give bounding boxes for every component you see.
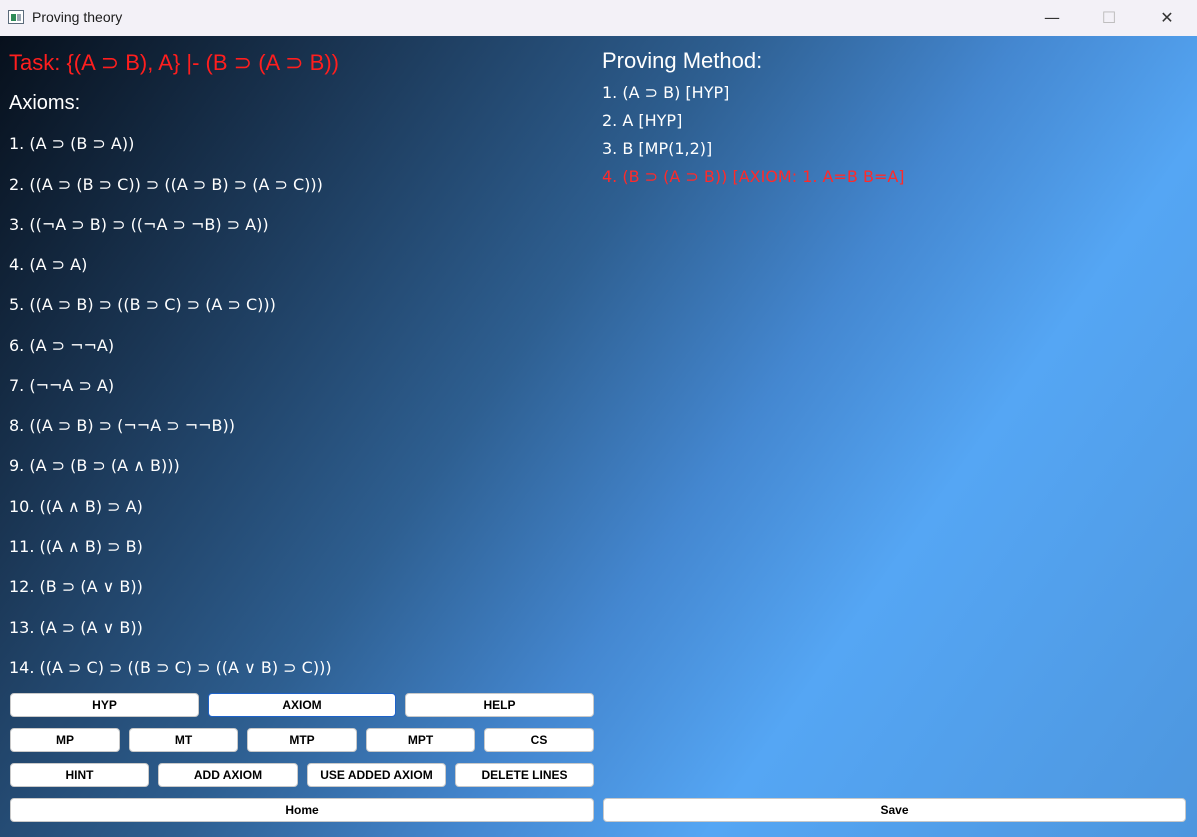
axioms-heading: Axioms: [9, 92, 81, 114]
minimize-icon[interactable]: — [1029, 0, 1075, 36]
hint-button[interactable]: HINT [10, 763, 149, 787]
task-statement: Task: {(A ⊃ B), A} |- (B ⊃ (A ⊃ B)) [9, 50, 339, 75]
proof-line: 3. B [MP(1,2)] [602, 139, 713, 158]
home-button[interactable]: Home [10, 798, 594, 822]
mp-button[interactable]: MP [10, 728, 120, 752]
close-icon[interactable]: ✕ [1144, 0, 1190, 36]
maximize-icon[interactable]: ☐ [1086, 0, 1132, 36]
proof-line-current: 4. (B ⊃ (A ⊃ B)) [AXIOM: 1. A=B B=A] [602, 167, 905, 186]
hyp-button[interactable]: HYP [10, 693, 199, 717]
axiom-item: 2. ((A ⊃ (B ⊃ C)) ⊃ ((A ⊃ B) ⊃ (A ⊃ C))) [9, 175, 323, 194]
cs-button[interactable]: CS [484, 728, 594, 752]
title-bar: Proving theory — ☐ ✕ [0, 0, 1197, 37]
add-axiom-button[interactable]: ADD AXIOM [158, 763, 298, 787]
axiom-item: 7. (¬¬A ⊃ A) [9, 376, 115, 395]
axiom-item: 4. (A ⊃ A) [9, 255, 88, 274]
delete-lines-button[interactable]: DELETE LINES [455, 763, 594, 787]
axiom-item: 14. ((A ⊃ C) ⊃ ((B ⊃ C) ⊃ ((A ∨ B) ⊃ C))… [9, 658, 332, 677]
axiom-item: 13. (A ⊃ (A ∨ B)) [9, 618, 143, 637]
use-added-axiom-button[interactable]: USE ADDED AXIOM [307, 763, 446, 787]
mtp-button[interactable]: MTP [247, 728, 357, 752]
help-button[interactable]: HELP [405, 693, 594, 717]
axiom-item: 6. (A ⊃ ¬¬A) [9, 336, 115, 355]
axiom-item: 5. ((A ⊃ B) ⊃ ((B ⊃ C) ⊃ (A ⊃ C))) [9, 295, 276, 314]
app-icon [8, 10, 24, 24]
save-button[interactable]: Save [603, 798, 1186, 822]
axiom-item: 3. ((¬A ⊃ B) ⊃ ((¬A ⊃ ¬B) ⊃ A)) [9, 215, 269, 234]
axiom-item: 8. ((A ⊃ B) ⊃ (¬¬A ⊃ ¬¬B)) [9, 416, 236, 435]
axiom-button[interactable]: AXIOM [208, 693, 396, 717]
window-title: Proving theory [32, 9, 123, 25]
axiom-item: 1. (A ⊃ (B ⊃ A)) [9, 134, 135, 153]
proof-line: 2. A [HYP] [602, 111, 683, 130]
axiom-item: 9. (A ⊃ (B ⊃ (A ∧ B))) [9, 456, 180, 475]
main-panel: Task: {(A ⊃ B), A} |- (B ⊃ (A ⊃ B)) Axio… [0, 36, 1197, 837]
axiom-item: 11. ((A ∧ B) ⊃ B) [9, 537, 143, 556]
mt-button[interactable]: MT [129, 728, 238, 752]
axiom-item: 10. ((A ∧ B) ⊃ A) [9, 497, 143, 516]
mpt-button[interactable]: MPT [366, 728, 475, 752]
axiom-item: 12. (B ⊃ (A ∨ B)) [9, 577, 143, 596]
proof-line: 1. (A ⊃ B) [HYP] [602, 83, 730, 102]
proving-method-heading: Proving Method: [602, 48, 763, 73]
